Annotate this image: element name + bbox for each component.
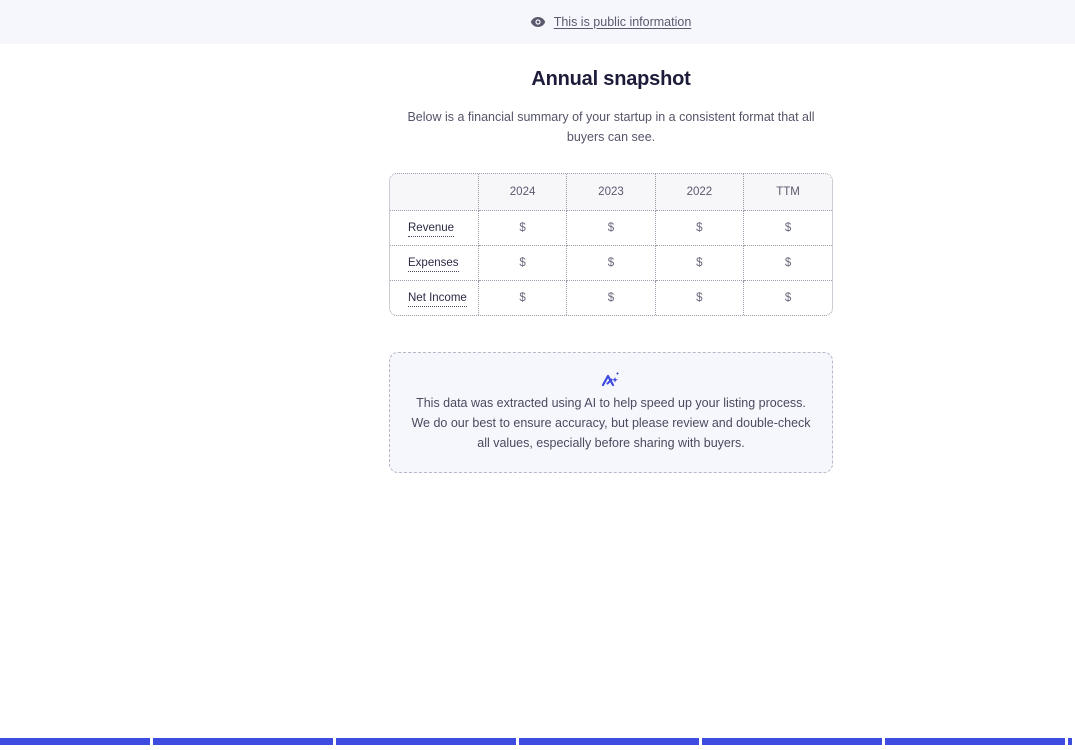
ai-sparkle-icon — [602, 371, 620, 387]
progress-segment — [885, 738, 1065, 745]
row-label-revenue[interactable]: Revenue — [408, 221, 455, 237]
column-header-2023: 2023 — [566, 174, 656, 211]
table-row-expenses: Expenses $ $ $ $ — [390, 245, 832, 281]
ai-notice-text: This data was extracted using AI to help… — [411, 396, 811, 450]
ai-extraction-notice: This data was extracted using AI to help… — [389, 352, 833, 473]
row-label-net-income[interactable]: Net Income — [408, 291, 467, 307]
progress-segment — [336, 738, 516, 745]
net-income-ttm-cell[interactable]: $ — [744, 280, 832, 315]
column-header-2024: 2024 — [478, 174, 568, 211]
net-income-2023-cell[interactable]: $ — [566, 280, 656, 315]
expenses-2023-cell[interactable]: $ — [566, 245, 656, 281]
progress-segment — [0, 738, 150, 745]
bottom-progress-bar — [0, 738, 1075, 745]
progress-segment — [702, 738, 882, 745]
table-row-revenue: Revenue $ $ $ $ — [390, 210, 832, 246]
public-info-link[interactable]: This is public information — [554, 15, 692, 29]
annual-snapshot-section: Annual snapshot Below is a financial sum… — [389, 44, 833, 473]
table-header-row: 2024 2023 2022 TTM — [390, 174, 832, 211]
expenses-ttm-cell[interactable]: $ — [743, 245, 832, 281]
banner-content: This is public information — [530, 15, 692, 29]
revenue-ttm-cell[interactable]: $ — [743, 210, 832, 246]
row-label-expenses[interactable]: Expenses — [408, 256, 459, 272]
revenue-2022-cell[interactable]: $ — [655, 210, 745, 246]
table-row-net-income: Net Income $ $ $ $ — [390, 280, 832, 315]
revenue-2023-cell[interactable]: $ — [566, 210, 656, 246]
page-title: Annual snapshot — [531, 68, 691, 90]
page-subtitle: Below is a financial summary of your sta… — [407, 110, 815, 144]
column-header-ttm: TTM — [743, 174, 832, 211]
column-header-2022: 2022 — [655, 174, 745, 211]
expenses-2022-cell[interactable]: $ — [655, 245, 745, 281]
eye-icon — [530, 16, 546, 28]
progress-segment — [519, 738, 699, 745]
progress-segment — [1068, 738, 1072, 745]
row-label-cell: Net Income — [390, 280, 479, 315]
net-income-2022-cell[interactable]: $ — [655, 280, 745, 315]
row-label-cell: Expenses — [390, 245, 479, 281]
progress-segment — [153, 738, 333, 745]
row-label-cell: Revenue — [390, 210, 479, 246]
financial-summary-table: 2024 2023 2022 TTM Revenue $ $ $ $ Expen… — [389, 173, 833, 316]
public-info-banner: This is public information — [0, 0, 1075, 44]
expenses-2024-cell[interactable]: $ — [478, 245, 568, 281]
revenue-2024-cell[interactable]: $ — [478, 210, 568, 246]
net-income-2024-cell[interactable]: $ — [478, 280, 568, 315]
column-header-blank — [390, 174, 479, 211]
